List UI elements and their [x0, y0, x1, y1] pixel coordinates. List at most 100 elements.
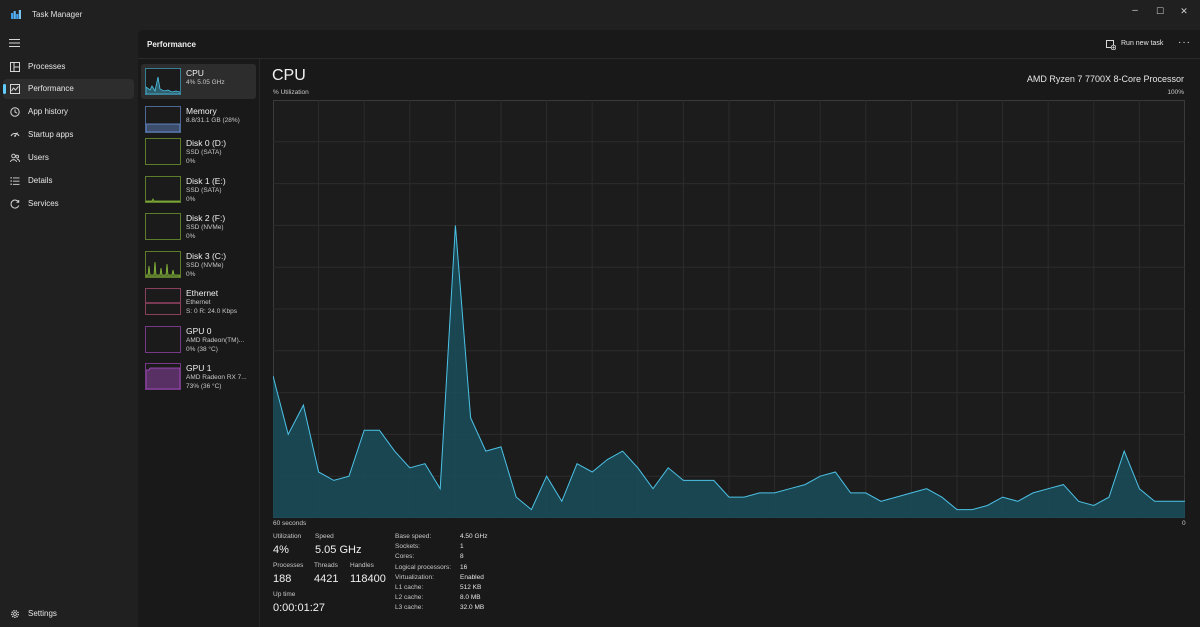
- nav-item-services[interactable]: Services: [3, 194, 134, 214]
- x-left-label: 60 seconds: [273, 520, 307, 527]
- resource-thumbnail: [145, 251, 181, 278]
- resource-item-disk-1[interactable]: Disk 1 (E:) SSD (SATA) 0%: [141, 172, 256, 207]
- resource-thumbnail: [145, 138, 181, 165]
- utilization-value: 4%: [273, 544, 289, 556]
- mini-graph-series: [145, 198, 181, 203]
- nav-item-details[interactable]: Details: [3, 171, 134, 191]
- resource-item-cpu[interactable]: CPU 4% 5.05 GHz: [141, 64, 256, 99]
- detail-label: L2 cache:: [395, 594, 424, 602]
- mini-graph-series: [145, 367, 181, 390]
- resource-item-disk-0[interactable]: Disk 0 (D:) SSD (SATA) 0%: [141, 134, 256, 169]
- handles-label: Handles: [350, 562, 374, 569]
- task-manager-logo-icon: [11, 10, 21, 19]
- handles-value: 118400: [350, 573, 386, 585]
- detail-value: Enabled: [460, 573, 484, 581]
- detail-label: L1 cache:: [395, 584, 424, 591]
- resource-item-disk-2[interactable]: Disk 2 (F:) SSD (NVMe) 0%: [141, 209, 256, 244]
- mini-graph: [146, 327, 180, 352]
- gear-icon: [11, 610, 19, 618]
- nav-item-users[interactable]: Users: [3, 148, 134, 168]
- mini-graph-series: [145, 123, 181, 133]
- startup-icon: [10, 132, 20, 137]
- resource-detail: 0%: [186, 271, 196, 278]
- mini-graph: [146, 214, 180, 239]
- detail-value: 1: [460, 543, 464, 551]
- performance-icon: [10, 84, 20, 94]
- mini-graph: [146, 302, 180, 304]
- resource-thumbnail: [145, 288, 181, 315]
- x-right-label: 0: [1182, 520, 1186, 527]
- resource-name: Disk 3 (C:): [186, 251, 227, 261]
- processes-value: 188: [273, 573, 292, 585]
- resource-detail: 8.8/31.1 GB (28%): [186, 117, 240, 124]
- resource-detail: SSD (NVMe): [186, 262, 224, 269]
- resource-item-ethernet[interactable]: Ethernet Ethernet S: 0 R: 24.0 Kbps: [141, 284, 256, 319]
- more-options-button[interactable]: ···: [1178, 37, 1191, 48]
- resource-name: CPU: [186, 68, 204, 78]
- resource-detail: AMD Radeon(TM)...: [186, 337, 245, 344]
- resource-detail: 73% (36 °C): [186, 383, 222, 390]
- resource-thumbnail: [145, 326, 181, 353]
- utilization-label: Utilization: [273, 533, 302, 540]
- uptime-value: 0:00:01:27: [273, 602, 325, 614]
- threads-label: Threads: [314, 562, 338, 569]
- resource-name: GPU 0: [186, 326, 212, 336]
- nav-item-performance[interactable]: Performance: [3, 79, 134, 99]
- nav-item-label: App history: [28, 107, 69, 116]
- y-axis-label: % Utilization: [273, 89, 309, 96]
- resource-detail: 0% (38 °C): [186, 346, 218, 353]
- uptime-label: Up time: [273, 591, 296, 598]
- resource-detail: Ethernet: [186, 299, 211, 306]
- page-title: Performance: [147, 40, 196, 49]
- resource-thumbnail: [145, 213, 181, 240]
- detail-value: 8.0 MB: [460, 594, 481, 602]
- resource-detail: 4% 5.05 GHz: [186, 79, 225, 86]
- minimize-button[interactable]: –: [1124, 4, 1146, 18]
- history-icon: [10, 107, 20, 117]
- resource-thumbnail: [145, 176, 181, 203]
- nav-item-app-history[interactable]: App history: [3, 102, 134, 122]
- nav-item-processes[interactable]: Processes: [3, 57, 134, 77]
- processes-icon: [10, 62, 20, 72]
- users-icon: [10, 153, 20, 163]
- nav-item-settings[interactable]: Settings: [3, 604, 134, 624]
- detail-value: 512 KB: [460, 584, 482, 591]
- resource-item-disk-3[interactable]: Disk 3 (C:) SSD (NVMe) 0%: [141, 247, 256, 282]
- close-button[interactable]: ✕: [1173, 4, 1195, 18]
- resource-detail: 0%: [186, 196, 196, 203]
- mini-graph: [145, 123, 181, 133]
- services-icon: [10, 199, 20, 209]
- detail-value: 32.0 MB: [460, 604, 485, 612]
- cpu-model: AMD Ryzen 7 7700X 8-Core Processor: [1026, 74, 1184, 84]
- resource-detail: SSD (SATA): [186, 149, 222, 156]
- nav-item-label: Users: [28, 153, 49, 162]
- resource-item-gpu-1[interactable]: GPU 1 AMD Radeon RX 7... 73% (36 °C): [141, 359, 256, 394]
- detail-label: Virtualization:: [395, 573, 434, 581]
- resource-detail: SSD (SATA): [186, 187, 222, 194]
- detail-label: Logical processors:: [395, 563, 451, 571]
- resource-item-gpu-0[interactable]: GPU 0 AMD Radeon(TM)... 0% (38 °C): [141, 322, 256, 357]
- resource-item-memory[interactable]: Memory 8.8/31.1 GB (28%): [141, 102, 256, 137]
- mini-graph: [145, 367, 181, 390]
- speed-value: 5.05 GHz: [315, 544, 362, 556]
- processes-label: Processes: [273, 562, 304, 569]
- active-indicator: [3, 84, 6, 94]
- maximize-button[interactable]: ☐: [1149, 4, 1171, 18]
- run-new-task-button[interactable]: Run new task: [1106, 38, 1170, 52]
- content-panel: Performance Run new task ··· CPU 4% 5.05 …: [138, 30, 1200, 627]
- mini-graph: [146, 139, 180, 164]
- resource-name: Disk 2 (F:): [186, 213, 226, 223]
- resource-detail: 0%: [186, 158, 196, 165]
- hamburger-menu-icon[interactable]: [9, 38, 21, 48]
- details-icon: [10, 177, 20, 185]
- resource-name: Disk 1 (E:): [186, 176, 226, 186]
- mini-graph: [145, 76, 181, 95]
- resource-name: Disk 0 (D:): [186, 138, 227, 148]
- detail-value: 16: [460, 563, 468, 571]
- title-bar: Task Manager – ☐ ✕: [0, 0, 1200, 30]
- detail-label: Cores:: [395, 553, 415, 561]
- cpu-utilization-graph: [273, 100, 1185, 518]
- nav-item-startup-apps[interactable]: Startup apps: [3, 125, 134, 145]
- detail-label: Base speed:: [395, 533, 432, 540]
- nav-item-label: Details: [28, 176, 53, 185]
